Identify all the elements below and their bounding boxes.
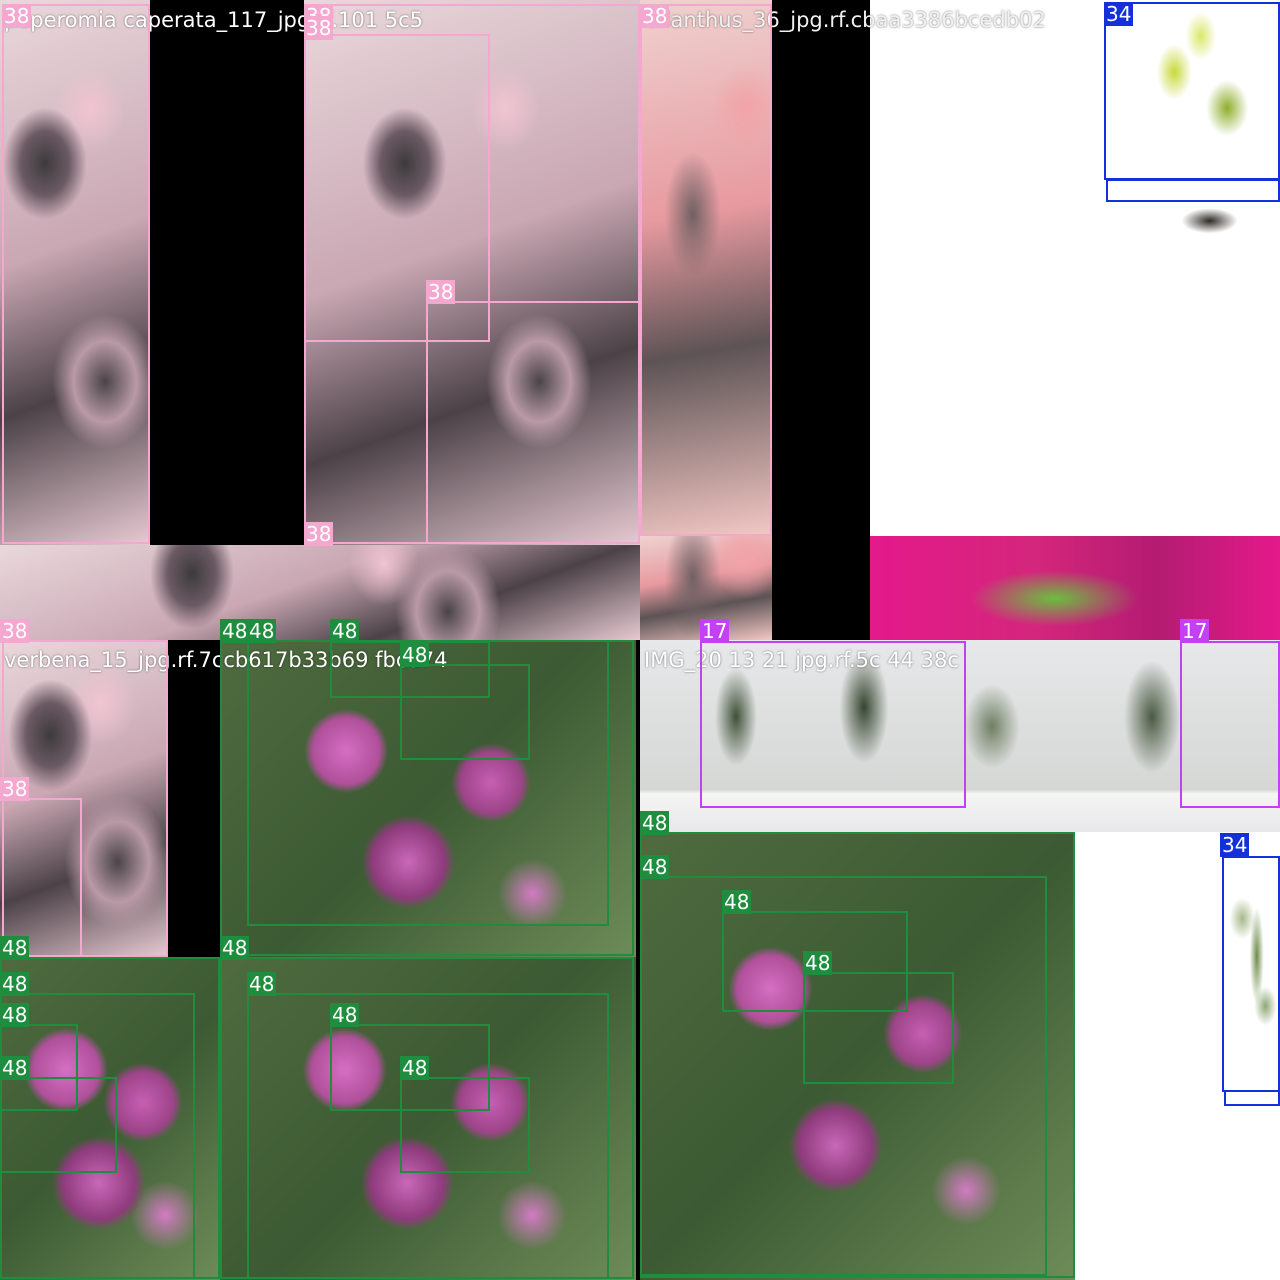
bbox-label-17: 17: [1180, 619, 1210, 643]
magenta-flower-strip: [870, 536, 1280, 640]
bbox-label-48: 48: [247, 972, 277, 996]
bbox-label-34: 34: [1104, 2, 1134, 26]
bbox-label-48: 48: [0, 1003, 30, 1027]
bbox-34: [1106, 179, 1280, 202]
bbox-label-48: 48: [640, 811, 670, 835]
bbox-label-48: 48: [220, 619, 250, 643]
bbox-17: [1180, 641, 1280, 808]
bbox-label-48: 48: [400, 1056, 430, 1080]
peperomia-strip: [0, 545, 640, 640]
bbox-label-34: 34: [1220, 833, 1250, 857]
bbox-34: [1222, 856, 1280, 1092]
bbox-label-38: 38: [304, 522, 334, 546]
bbox-38: [2, 4, 150, 544]
bbox-48: [803, 972, 954, 1084]
bbox-17: [700, 641, 966, 808]
bbox-48: [400, 664, 530, 760]
bbox-38: [2, 798, 82, 957]
bbox-label-38: 38: [304, 16, 334, 40]
bbox-label-48: 48: [0, 1056, 30, 1080]
bbox-label-38: 38: [426, 280, 456, 304]
bbox-label-48: 48: [722, 890, 752, 914]
black-padding-3: [168, 640, 222, 957]
bbox-label-38: 38: [0, 777, 30, 801]
black-padding-2: [772, 0, 870, 640]
bbox-label-48: 48: [330, 1003, 360, 1027]
bbox-label-48: 48: [220, 936, 250, 960]
bbox-label-17: 17: [700, 619, 730, 643]
bbox-label-38: 38: [640, 4, 670, 28]
bbox-34: [1224, 1090, 1280, 1106]
bbox-label-48: 48: [0, 936, 30, 960]
bbox-label-48: 48: [803, 951, 833, 975]
bbox-38: [426, 301, 640, 544]
bbox-38: [640, 4, 772, 536]
bbox-34: [1104, 2, 1280, 180]
bbox-label-48: 48: [247, 619, 277, 643]
bbox-38: [304, 34, 490, 342]
bbox-48: [400, 1077, 530, 1173]
bbox-label-48: 48: [400, 643, 430, 667]
bbox-label-38: 38: [0, 619, 30, 643]
bbox-label-48: 48: [330, 619, 360, 643]
black-padding: [150, 0, 304, 545]
bbox-label-38: 38: [2, 4, 32, 28]
bbox-label-48: 48: [640, 855, 670, 879]
bbox-48: [0, 1077, 117, 1173]
bbox-label-48: 48: [0, 972, 30, 996]
